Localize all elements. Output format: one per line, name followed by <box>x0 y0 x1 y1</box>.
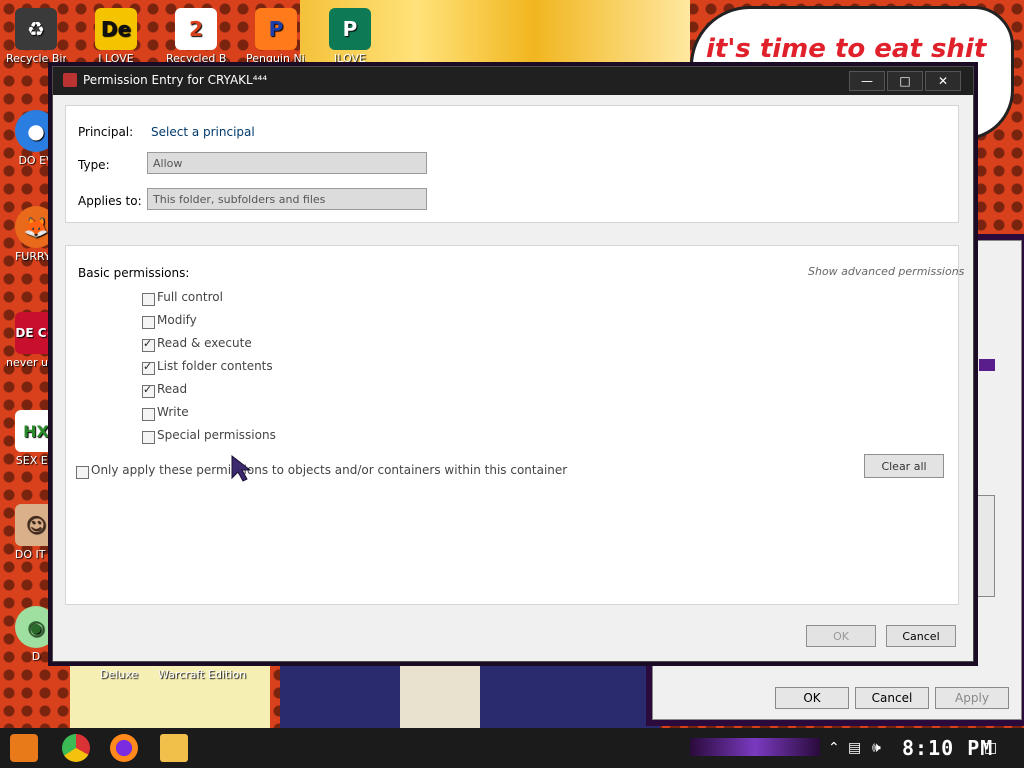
select-principal-link[interactable]: Select a principal <box>151 125 255 139</box>
only-apply-label: Only apply these permissions to objects … <box>91 463 568 477</box>
start-button-icon[interactable] <box>10 734 38 762</box>
cancel-button[interactable]: Cancel <box>886 625 956 647</box>
app-icon: DE C+ <box>15 312 57 354</box>
tray-chevron-icon[interactable]: ⌃ <box>828 740 840 756</box>
minimize-button[interactable]: — <box>849 71 885 91</box>
bg-cancel-button[interactable]: Cancel <box>855 687 929 709</box>
wallpaper-scene <box>280 662 660 732</box>
desktop-icon-label: Penguin Night <box>246 52 306 65</box>
permission-checkbox[interactable] <box>142 316 155 329</box>
app-icon: 2 <box>175 8 217 50</box>
desktop-icon-label: ILOVE <box>334 52 366 65</box>
permission-checkbox[interactable] <box>142 337 155 352</box>
scrollbar[interactable] <box>977 495 995 597</box>
show-advanced-permissions-link[interactable]: Show advanced permissions <box>808 265 964 278</box>
desktop-icon-ilove[interactable]: P ILOVE <box>320 8 380 65</box>
app-icon: HX <box>15 410 57 452</box>
desktop-icon-recycle-bin[interactable]: ♻ Recycle Bin <box>6 8 66 65</box>
desktop-icon-i-love[interactable]: De I LOVE <box>86 8 146 65</box>
basic-permissions-label: Basic permissions: <box>78 266 190 280</box>
speech-bubble-text: it's time to eat shit <box>706 34 987 64</box>
chrome-icon: ● <box>15 110 57 152</box>
network-icon[interactable]: ▤ <box>848 740 861 756</box>
desktop-icon-penguin-night[interactable]: P Penguin Night <box>246 8 306 65</box>
taskbar: ⌃ ▤ 🕪 8:10 PM □ <box>0 728 1024 768</box>
action-center-icon[interactable]: □ <box>984 740 997 756</box>
permission-label: Write <box>157 405 189 419</box>
app-icon: P <box>255 8 297 50</box>
taskbar-decoration <box>690 738 820 756</box>
file-explorer-taskbar-icon[interactable] <box>160 734 188 762</box>
publisher-icon: P <box>329 8 371 50</box>
bg-ok-button[interactable]: OK <box>775 687 849 709</box>
permission-label: Special permissions <box>157 428 276 442</box>
chrome-taskbar-icon[interactable] <box>62 734 90 762</box>
desktop-icon-label: Recycled B <box>166 52 226 65</box>
bg-apply-button[interactable]: Apply <box>935 687 1009 709</box>
type-dropdown[interactable]: Allow <box>147 152 427 174</box>
permission-checkbox[interactable] <box>142 431 155 444</box>
principal-panel: Principal: Select a principal Type: Allo… <box>65 105 959 223</box>
permission-label: List folder contents <box>157 359 273 373</box>
selected-row-highlight <box>979 359 995 371</box>
desktop-icon-label-warcraft: Warcraft Edition <box>158 668 247 681</box>
permission-label: Modify <box>157 313 197 327</box>
permission-label: Read & execute <box>157 336 252 350</box>
permissions-panel: Basic permissions: Show advanced permiss… <box>65 245 964 605</box>
applies-to-label: Applies to: <box>78 194 142 208</box>
close-button[interactable]: ✕ <box>925 71 961 91</box>
applies-to-dropdown[interactable]: This folder, subfolders and files <box>147 188 427 210</box>
recycle-bin-icon: ♻ <box>15 8 57 50</box>
principal-label: Principal: <box>78 125 134 139</box>
type-label: Type: <box>78 158 110 172</box>
permission-checkbox[interactable] <box>142 360 155 375</box>
window-app-icon <box>63 73 77 87</box>
title-bar[interactable]: Permission Entry for CRYAKL⁴⁴⁴ — □ ✕ <box>53 67 973 95</box>
ok-button[interactable]: OK <box>806 625 876 647</box>
permission-checkbox[interactable] <box>142 383 155 398</box>
clear-all-button[interactable]: Clear all <box>864 454 944 478</box>
only-apply-checkbox[interactable] <box>76 466 89 479</box>
firefox-taskbar-icon[interactable] <box>110 734 138 762</box>
desktop-icon-label: I LOVE <box>98 52 134 65</box>
portrait-icon: ☺ <box>15 504 57 546</box>
mouse-cursor-icon <box>231 454 252 482</box>
permission-label: Full control <box>157 290 223 304</box>
permission-label: Read <box>157 382 188 396</box>
clock[interactable]: 8:10 PM <box>902 736 993 760</box>
desktop-icon-label: Recycle Bin <box>6 52 66 65</box>
desktop-icon-label-deluxe: Deluxe <box>100 668 139 681</box>
character-icon: ◉ <box>15 606 57 648</box>
app-icon: De <box>95 8 137 50</box>
desktop-icon-recycled-b[interactable]: 2 Recycled B <box>166 8 226 65</box>
permission-entry-dialog: Permission Entry for CRYAKL⁴⁴⁴ — □ ✕ Pri… <box>52 66 974 662</box>
permission-checkbox[interactable] <box>142 293 155 306</box>
window-title: Permission Entry for CRYAKL⁴⁴⁴ <box>83 73 268 87</box>
volume-icon[interactable]: 🕪 <box>872 740 881 756</box>
firefox-icon: 🦊 <box>15 206 57 248</box>
permission-checkbox[interactable] <box>142 408 155 421</box>
maximize-button[interactable]: □ <box>887 71 923 91</box>
